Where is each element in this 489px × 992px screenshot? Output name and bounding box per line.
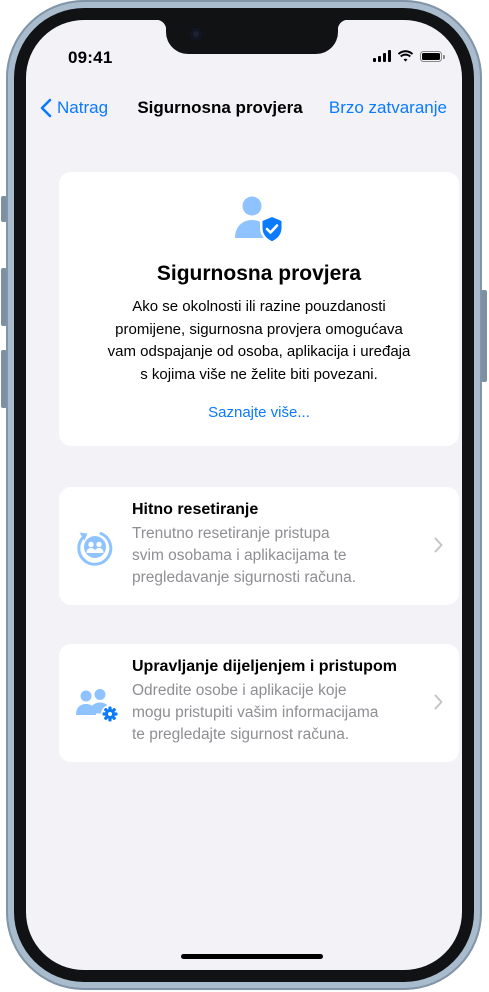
emergency-reset-option[interactable]: Hitno resetiranje Trenutno resetiranje p… (59, 487, 459, 605)
hero-description: Ako se okolnosti ili razine pouzdanosti … (83, 296, 435, 386)
chevron-left-icon (40, 98, 52, 118)
notch (156, 20, 348, 54)
chevron-right-icon (434, 537, 443, 553)
back-button[interactable]: Natrag (40, 98, 108, 118)
chevron-right-icon (434, 694, 443, 710)
option-description: Odredite osobe i aplikacije koje mogu pr… (132, 680, 432, 746)
back-label: Natrag (57, 98, 109, 117)
battery-icon (420, 50, 445, 62)
home-indicator[interactable] (181, 954, 323, 959)
option-description-line: pregledavanje sigurnosti računa. (132, 569, 357, 586)
option-title: Hitno resetiranje (132, 501, 259, 518)
quick-exit-button[interactable]: Brzo zatvaranje (329, 98, 447, 118)
navigation-bar: Natrag Sigurnosna provjera Brzo zatvaran… (26, 98, 462, 122)
status-time: 09:41 (68, 48, 113, 67)
hero-description-line: Ako se okolnosti ili razine pouzdanosti (132, 298, 386, 315)
manage-sharing-icon (76, 689, 119, 723)
option-description-line: te pregledajte sigurnost računa. (132, 726, 350, 743)
front-camera (190, 28, 202, 40)
option-description-line: mogu pristupiti vašim informacijama (132, 704, 379, 721)
option-description: Trenutno resetiranje pristupa svim osoba… (132, 523, 432, 589)
phone-bezel: 09:41 Natrag Sigurnosna provjera Brzo za… (14, 8, 474, 982)
hero-description-line: s kojima više ne želite biti povezani. (140, 365, 378, 383)
emergency-reset-icon (77, 532, 113, 566)
status-icons (373, 50, 445, 62)
option-description-line: Odredite osobe i aplikacije koje (132, 682, 347, 699)
option-description-line: Trenutno resetiranje pristupa (132, 525, 330, 542)
manage-sharing-option[interactable]: Upravljanje dijeljenjem i pristupom Odre… (59, 644, 459, 762)
hero-description-line: promijene, sigurnosna provjera omogućava (115, 320, 403, 338)
person-shield-icon (235, 196, 284, 244)
wifi-icon (397, 50, 414, 62)
screen: 09:41 Natrag Sigurnosna provjera Brzo za… (26, 20, 462, 970)
hero-title: Sigurnosna provjera (156, 262, 362, 285)
option-description-line: svim osobama i aplikacijama te (132, 547, 347, 564)
safety-check-intro-card: Sigurnosna provjera Ako se okolnosti ili… (59, 172, 459, 446)
nav-title: Sigurnosna provjera (137, 98, 303, 117)
phone-frame: 09:41 Natrag Sigurnosna provjera Brzo za… (6, 0, 482, 990)
cellular-signal-icon (373, 50, 391, 62)
option-title: Upravljanje dijeljenjem i pristupom (132, 658, 397, 675)
hero-description-line: vam odspajanje od osoba, aplikacija i ur… (107, 343, 411, 360)
learn-more-link[interactable]: Saznajte više... (59, 404, 459, 421)
